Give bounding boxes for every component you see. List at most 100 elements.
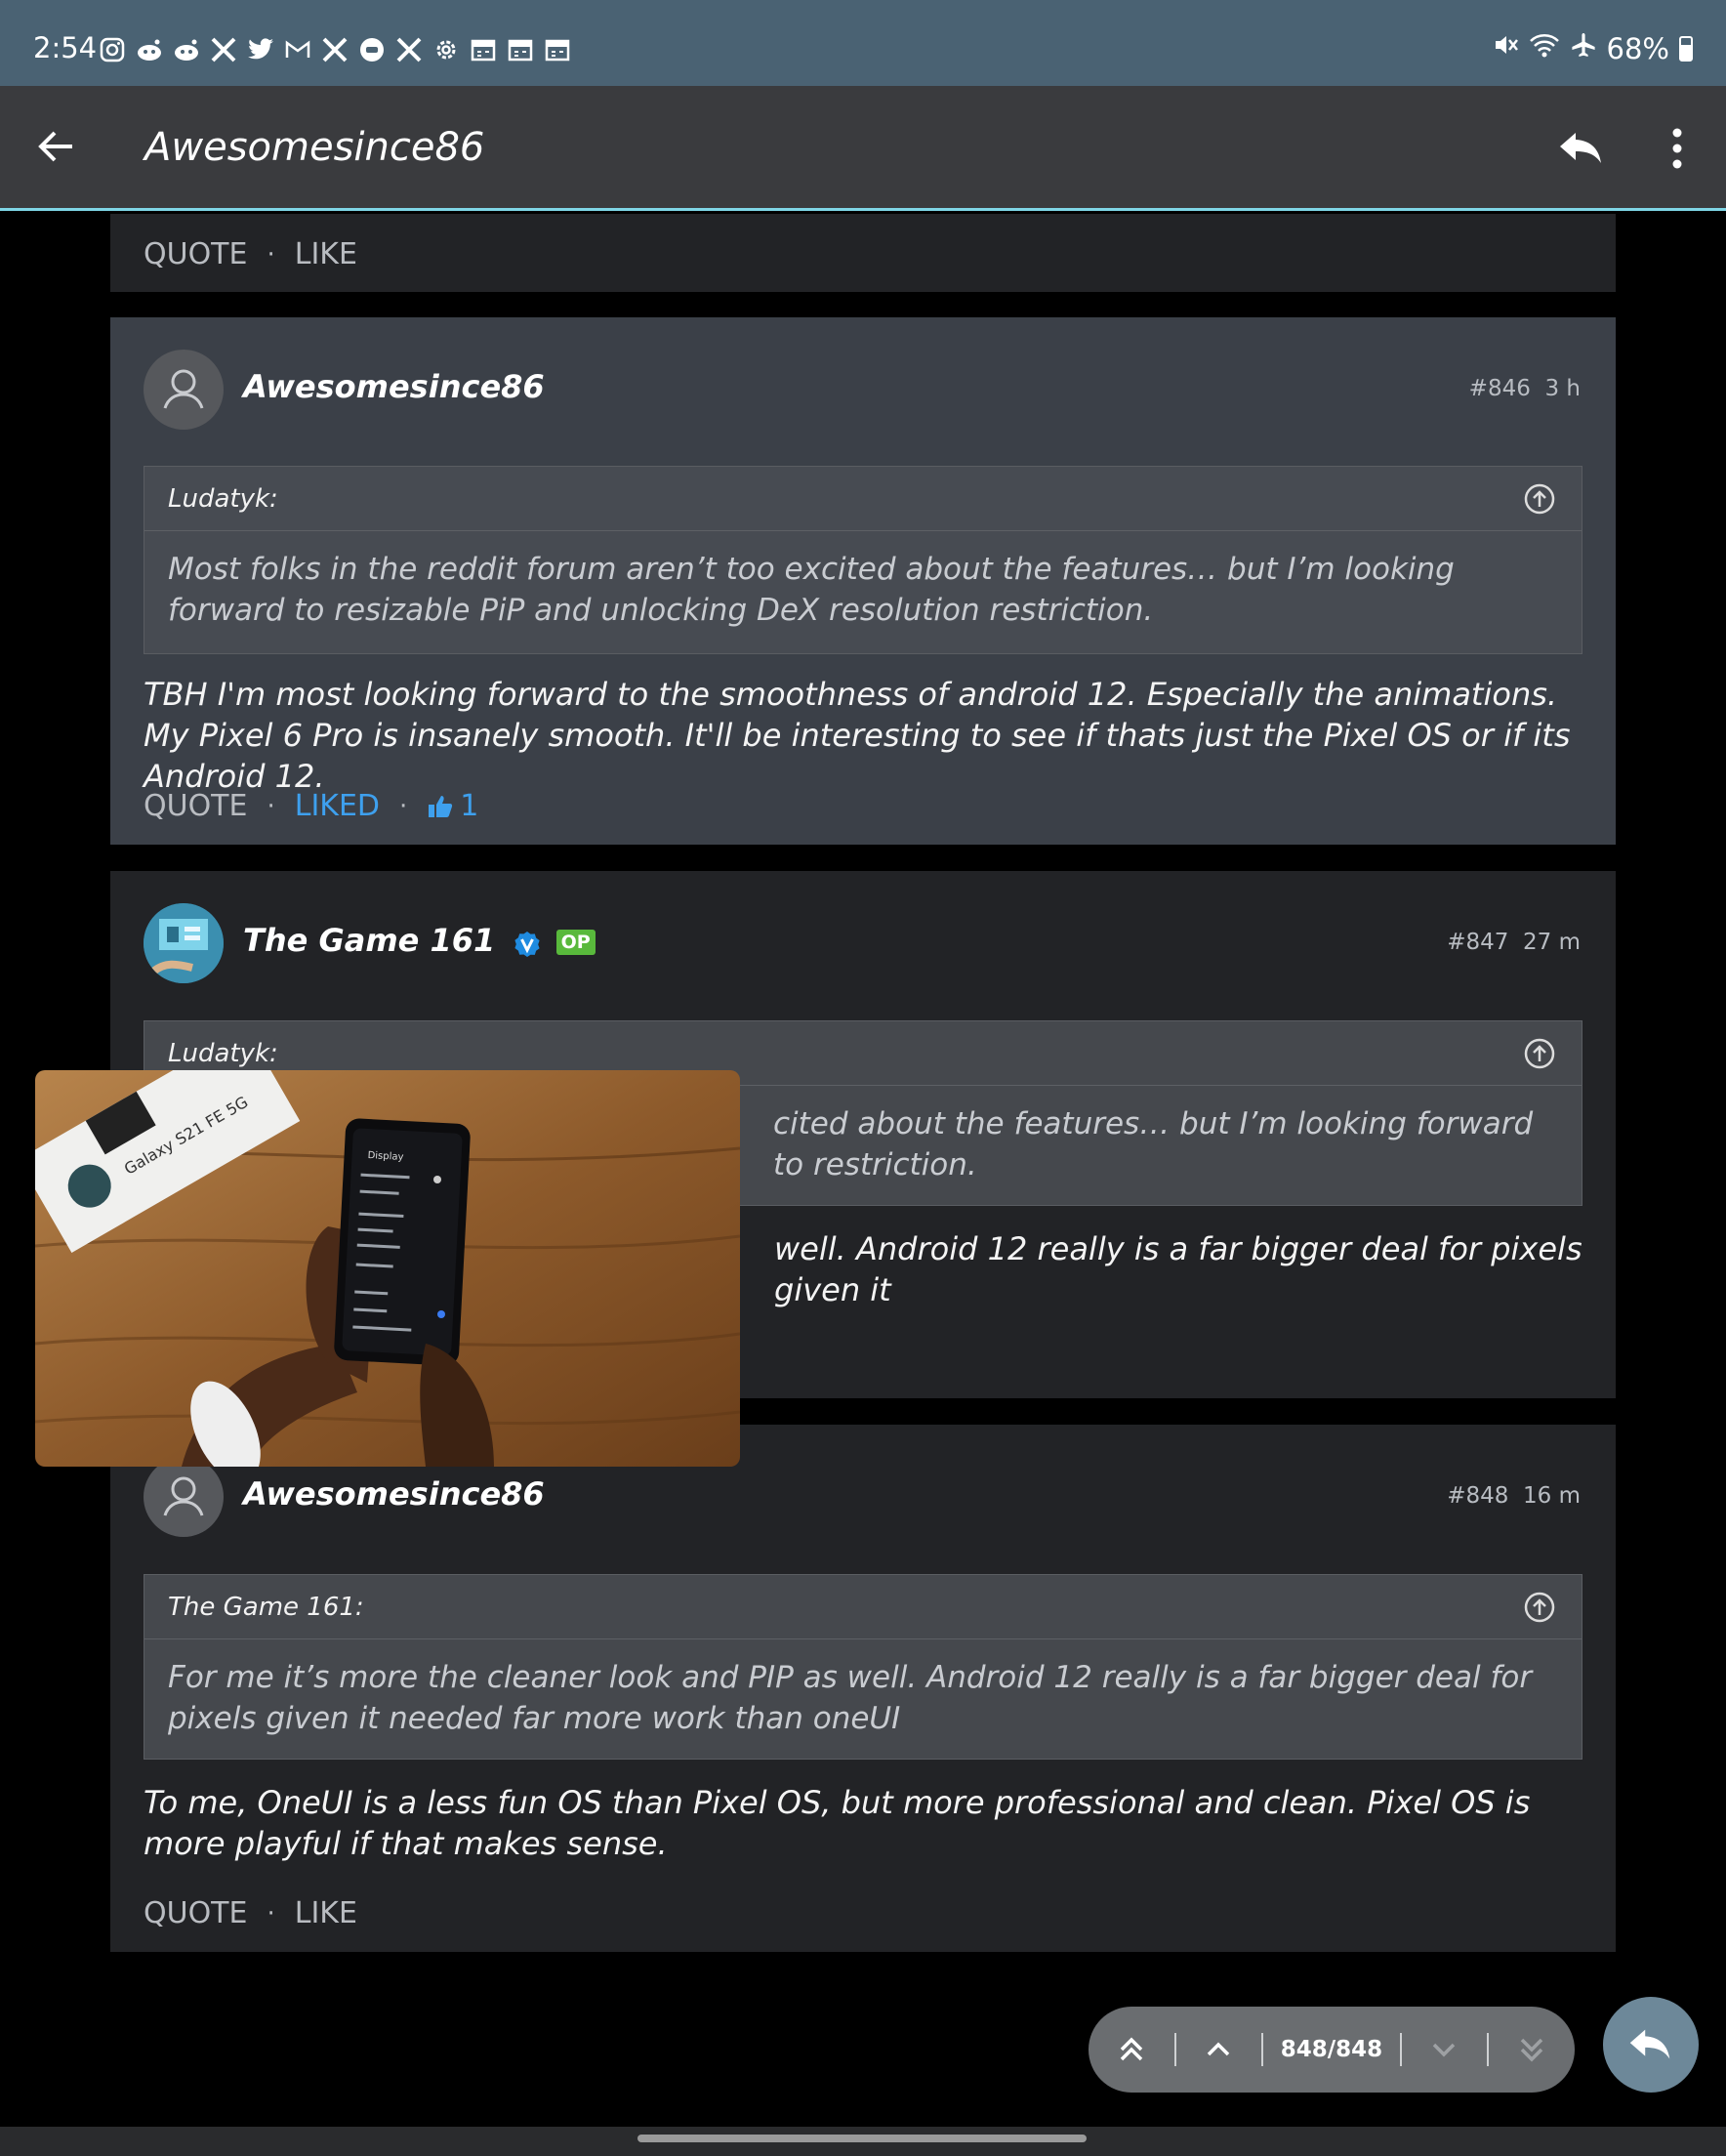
quote-header: The Game 161:	[144, 1575, 1582, 1639]
post-body: TBH I'm most looking forward to the smoo…	[144, 676, 1571, 795]
post-number[interactable]: #847	[1447, 930, 1508, 955]
battery-icon	[1679, 35, 1693, 62]
post-848: Awesomesince86 #848 16 m The Game 161: F…	[110, 1425, 1616, 1952]
post-actions: QUOTE · LIKE	[144, 1896, 357, 1930]
gmail-icon	[283, 35, 312, 64]
x-icon-3	[394, 35, 424, 64]
more-options-button[interactable]	[1658, 121, 1697, 176]
arrow-up-circle-icon	[1524, 483, 1555, 515]
instagram-icon	[98, 35, 127, 64]
post-meta: #848 16 m	[1447, 1483, 1581, 1509]
arrow-left-icon	[38, 131, 72, 162]
post-meta: #846 3 h	[1469, 376, 1581, 401]
quote-author: The Game 161:	[168, 1593, 364, 1622]
post-number[interactable]: #848	[1447, 1483, 1508, 1509]
battery-percent: 68%	[1606, 31, 1669, 65]
quote-button[interactable]: QUOTE	[144, 237, 247, 271]
home-indicator[interactable]	[637, 2135, 1087, 2142]
double-chevron-up-icon	[1120, 2037, 1143, 2061]
like-button[interactable]: LIKE	[295, 237, 357, 271]
jump-to-quote-button[interactable]	[1523, 1037, 1556, 1070]
reddit-icon	[135, 35, 164, 64]
reply-button[interactable]	[1554, 121, 1609, 176]
quote-text: Most folks in the reddit forum aren’t to…	[168, 552, 1455, 628]
post-navigation-bar: 848/848	[1089, 2007, 1575, 2093]
pip-video-window[interactable]: Galaxy S21 FE 5G Display	[35, 1070, 740, 1467]
reddit-icon-2	[172, 35, 201, 64]
post-time: 3 h	[1544, 376, 1581, 401]
back-button[interactable]	[29, 119, 84, 174]
jump-last-button[interactable]	[1489, 2007, 1575, 2093]
app-bar: Awesomesince86	[0, 86, 1726, 211]
notification-icons	[98, 33, 572, 66]
status-bar: 2:54 68%	[0, 0, 1726, 86]
quote-box: The Game 161: For me it’s more the clean…	[144, 1574, 1582, 1760]
chevron-up-icon	[1208, 2042, 1230, 2056]
wifi-icon	[1529, 31, 1560, 65]
separator: ·	[267, 239, 275, 270]
liked-button[interactable]: LIKED	[295, 789, 380, 823]
separator: ·	[399, 791, 408, 821]
avatar[interactable]	[144, 1457, 224, 1537]
quote-button[interactable]: QUOTE	[144, 789, 247, 823]
quote-author: Ludatyk:	[168, 1039, 278, 1068]
post-author-row: The Game 161 OP	[243, 922, 596, 959]
post-time: 16 m	[1523, 1483, 1581, 1509]
previous-page-button[interactable]	[1176, 2007, 1262, 2093]
next-page-button[interactable]	[1402, 2007, 1488, 2093]
airplane-icon	[1570, 31, 1597, 65]
calendar-icon-3	[543, 35, 572, 64]
more-vert-icon	[1672, 128, 1682, 169]
quote-header: Ludatyk:	[144, 467, 1582, 531]
post-846: Awesomesince86 #846 3 h Ludatyk: Most fo…	[110, 317, 1616, 845]
person-icon	[163, 1476, 204, 1516]
chevron-down-icon	[1433, 2043, 1456, 2057]
post-author[interactable]: The Game 161	[243, 922, 495, 959]
reply-fab[interactable]	[1603, 1997, 1699, 2093]
thread-title: Awesomesince86	[144, 125, 485, 170]
previous-post: QUOTE · LIKE	[110, 214, 1616, 292]
separator: ·	[267, 791, 275, 821]
quote-text: For me it’s more the cleaner look and PI…	[168, 1660, 1533, 1736]
double-chevron-down-icon	[1520, 2038, 1543, 2062]
post-actions: QUOTE · LIKE	[144, 237, 357, 271]
twitter-icon	[246, 35, 275, 64]
jump-to-quote-button[interactable]	[1523, 482, 1556, 516]
status-time: 2:54	[33, 31, 98, 64]
avatar[interactable]	[144, 903, 224, 983]
jump-to-quote-button[interactable]	[1523, 1591, 1556, 1624]
phone-screen-title: Display	[367, 1150, 403, 1163]
post-actions: QUOTE · LIKED · 1	[144, 789, 478, 823]
post-author[interactable]: Awesomesince86	[243, 368, 545, 405]
video-frame: Galaxy S21 FE 5G Display	[35, 1070, 740, 1467]
arrow-up-circle-icon	[1524, 1038, 1555, 1069]
person-icon	[163, 369, 204, 409]
avatar[interactable]	[144, 350, 224, 430]
page-indicator[interactable]: 848/848	[1263, 2037, 1399, 2062]
arrow-up-circle-icon	[1524, 1592, 1555, 1623]
quote-author: Ludatyk:	[168, 484, 278, 514]
reply-icon	[1629, 2029, 1670, 2059]
like-button[interactable]: LIKE	[295, 1896, 357, 1930]
reply-icon	[1560, 133, 1601, 163]
post-author[interactable]: Awesomesince86	[243, 1475, 545, 1513]
x-icon	[209, 35, 238, 64]
app-icon	[357, 35, 387, 64]
op-badge: OP	[555, 930, 596, 955]
user-avatar-image	[144, 903, 224, 983]
post-number[interactable]: #846	[1469, 376, 1531, 401]
calendar-icon-2	[506, 35, 535, 64]
x-icon-2	[320, 35, 349, 64]
separator: ·	[267, 1898, 275, 1928]
quote-button[interactable]: QUOTE	[144, 1896, 247, 1930]
jump-first-button[interactable]	[1089, 2007, 1174, 2093]
verified-icon	[514, 929, 541, 957]
like-count[interactable]: 1	[427, 789, 478, 823]
mute-icon	[1492, 31, 1519, 65]
settings-icon	[432, 35, 461, 64]
calendar-icon	[469, 35, 498, 64]
thumbs-up-icon	[429, 795, 453, 817]
system-indicators: 68%	[1492, 31, 1693, 65]
like-count-value: 1	[460, 789, 479, 823]
post-body: To me, OneUI is a less fun OS than Pixel…	[144, 1784, 1531, 1862]
